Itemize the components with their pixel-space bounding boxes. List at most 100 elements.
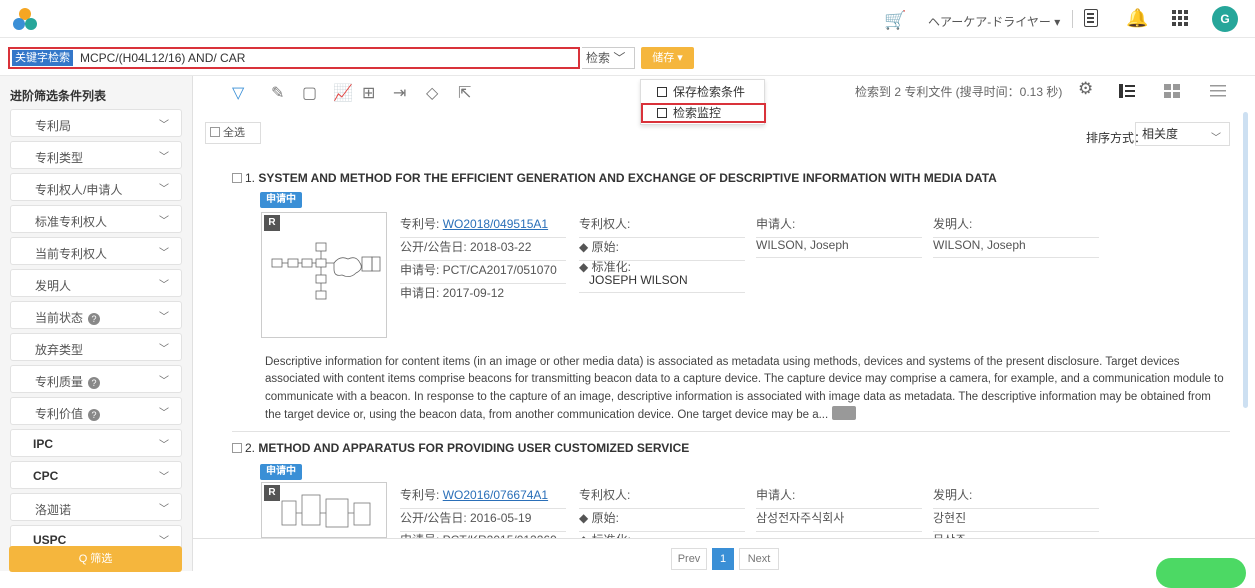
publication-date-1: 公开/公告日: 2018-03-22	[400, 238, 566, 261]
brand-logo[interactable]	[12, 7, 38, 31]
add-to-folder-icon[interactable]: ⊞	[362, 83, 375, 103]
analysis-icon[interactable]: 📈	[333, 83, 353, 103]
search-input[interactable]: 关键字检索 MCPC/(H04L12/16) AND/ CAR	[8, 47, 580, 69]
patent-number-1[interactable]: 专利号: WO2018/049515A1	[400, 215, 566, 238]
list-view-icon[interactable]	[1210, 84, 1226, 98]
sidebar-item-label: 专利局	[35, 119, 72, 133]
sidebar-item-label: 洛迦诺	[35, 503, 72, 517]
help-icon[interactable]: ?	[88, 312, 101, 325]
filter-button[interactable]: Q 筛选	[9, 546, 182, 572]
apps-grid-icon[interactable]	[1172, 10, 1188, 26]
inventor-value-1[interactable]: WILSON, Joseph	[933, 238, 1099, 258]
applicant-value-1[interactable]: WILSON, Joseph	[756, 238, 922, 258]
highlight-icon[interactable]: ✎	[271, 83, 284, 103]
assignee-label-1: 专利权人:	[579, 215, 745, 238]
chevron-down-icon: ﹀	[159, 184, 169, 195]
detail-view-icon[interactable]	[1119, 84, 1135, 98]
patent-title-text-1[interactable]: SYSTEM AND METHOD FOR THE EFFICIENT GENE…	[258, 171, 996, 185]
patent-thumbnail-2[interactable]: R	[261, 482, 387, 538]
patent-index-1: 1.	[245, 171, 256, 185]
next-page-button[interactable]: Next	[739, 548, 779, 570]
patent-title-2[interactable]: 2. METHOD AND APPARATUS FOR PROVIDING US…	[232, 441, 689, 455]
top-bar: 🛒 ヘアーケア-ドライヤー ▾ 🔔 G	[0, 0, 1255, 38]
sidebar-item-label: USPC	[33, 533, 67, 547]
chevron-down-icon: ﹀	[159, 472, 169, 483]
tag-icon[interactable]: ◇	[426, 83, 438, 103]
sidebar-item[interactable]: 专利类型 ﹀	[10, 141, 182, 169]
filter-icon[interactable]: ▽	[232, 83, 244, 103]
application-number-2: 申请号: PCT/KR2015/012269	[400, 531, 566, 538]
result-count: 检索到 2 专利文件 (搜寻时间：0.13 秒)	[855, 85, 1063, 99]
sidebar-item[interactable]: 当前状态? ﹀	[10, 301, 182, 329]
patent-drawing-1	[271, 242, 381, 300]
patent-thumbnail-1[interactable]: R	[261, 212, 387, 338]
sidebar-item[interactable]: 专利价值? ﹀	[10, 397, 182, 425]
document-icon[interactable]	[1084, 9, 1098, 27]
compare-icon[interactable]: ▢	[302, 83, 317, 103]
patent-title-text-2[interactable]: METHOD AND APPARATUS FOR PROVIDING USER …	[258, 441, 689, 455]
monitor-icon	[657, 108, 667, 118]
save-button[interactable]: 储存 ▾	[641, 47, 694, 69]
sidebar-item[interactable]: 标准专利权人 ﹀	[10, 205, 182, 233]
assignee-standard-label-1: ◆ 标准化:	[579, 260, 631, 274]
help-icon[interactable]: ?	[88, 408, 101, 421]
patent-number-2[interactable]: 专利号: WO2016/076674A1	[400, 486, 566, 509]
sidebar-item-label: CPC	[33, 469, 59, 483]
current-page[interactable]: 1	[712, 548, 734, 570]
inventor-value-2b[interactable]: 문상주	[933, 531, 1099, 538]
sidebar-item[interactable]: CPC ﹀	[10, 461, 182, 489]
sidebar-item[interactable]: 专利权人/申请人 ﹀	[10, 173, 182, 201]
gear-icon[interactable]: ⚙	[1078, 79, 1093, 99]
patent-checkbox-1[interactable]	[232, 173, 242, 183]
search-query[interactable]: MCPC/(H04L12/16) AND/ CAR	[80, 51, 245, 65]
patent-checkbox-2[interactable]	[232, 443, 242, 453]
sidebar-item[interactable]: 洛迦诺 ﹀	[10, 493, 182, 521]
grid-view-icon[interactable]	[1164, 84, 1180, 98]
search-monitor-item[interactable]: 检索监控	[641, 103, 766, 123]
floating-help-button[interactable]	[1156, 558, 1246, 588]
sidebar-item-label-wrap: 专利质量?	[35, 373, 101, 390]
avatar[interactable]: G	[1212, 6, 1238, 32]
patent-drawing-2	[281, 494, 371, 528]
sidebar-item-label: 专利质量	[35, 375, 84, 389]
divider	[1072, 10, 1073, 28]
sidebar-item-label-wrap: 当前状态?	[35, 309, 101, 326]
chevron-down-icon: ﹀	[159, 408, 169, 419]
export-icon[interactable]: ⇥	[393, 83, 406, 103]
sidebar-item[interactable]: IPC ﹀	[10, 429, 182, 457]
chevron-down-icon: ﹀	[159, 504, 169, 515]
checkbox[interactable]	[210, 127, 220, 137]
patent-number-link-2[interactable]: WO2016/076674A1	[443, 488, 548, 502]
bell-icon[interactable]: 🔔	[1126, 8, 1148, 29]
sidebar-item[interactable]: 当前专利权人 ﹀	[10, 237, 182, 265]
sidebar-item[interactable]: 发明人 ﹀	[10, 269, 182, 297]
patent-title-1[interactable]: 1. SYSTEM AND METHOD FOR THE EFFICIENT G…	[232, 171, 997, 185]
chevron-down-icon: ﹀	[159, 536, 169, 547]
prev-page-button[interactable]: Prev	[671, 548, 707, 570]
cart-icon[interactable]: 🛒	[884, 10, 906, 31]
keyword-search-tag[interactable]: 关键字检索	[12, 50, 73, 66]
expand-abstract-button[interactable]	[832, 406, 857, 421]
share-icon[interactable]: ⇱	[458, 83, 471, 103]
inventor-label-1: 发明人:	[933, 215, 1099, 238]
user-menu[interactable]: ヘアーケア-ドライヤー ▾	[928, 13, 1060, 30]
application-number-1: 申请号: PCT/CA2017/051070	[400, 261, 566, 284]
assignee-standard-2: ◆ 标准化:	[579, 531, 745, 538]
sort-select[interactable]: 相关度 ﹀	[1135, 122, 1230, 146]
sidebar-item[interactable]: 专利局 ﹀	[10, 109, 182, 137]
sidebar-item[interactable]: 放弃类型 ﹀	[10, 333, 182, 361]
inventor-value-2[interactable]: 강현진	[933, 509, 1099, 532]
sidebar-item-label: 专利类型	[35, 151, 84, 165]
assignee-standard-value-1[interactable]: JOSEPH WILSON	[579, 273, 688, 287]
scrollbar[interactable]	[1243, 112, 1248, 408]
sidebar-item[interactable]: 专利质量? ﹀	[10, 365, 182, 393]
save-search-conditions-item[interactable]: 保存检索条件	[641, 82, 766, 102]
application-date-1: 申请日: 2017-09-12	[400, 286, 505, 300]
applicant-value-2[interactable]: 삼성전자주식회사	[756, 509, 922, 532]
select-all-checkbox[interactable]: 全选	[205, 122, 261, 144]
help-icon[interactable]: ?	[88, 376, 101, 389]
search-button[interactable]: 检索 ﹀	[582, 47, 635, 69]
patent-abstract-1: Descriptive information for content item…	[265, 354, 1225, 425]
patent-number-link-1[interactable]: WO2018/049515A1	[443, 217, 548, 231]
select-all-label: 全选	[223, 127, 245, 139]
